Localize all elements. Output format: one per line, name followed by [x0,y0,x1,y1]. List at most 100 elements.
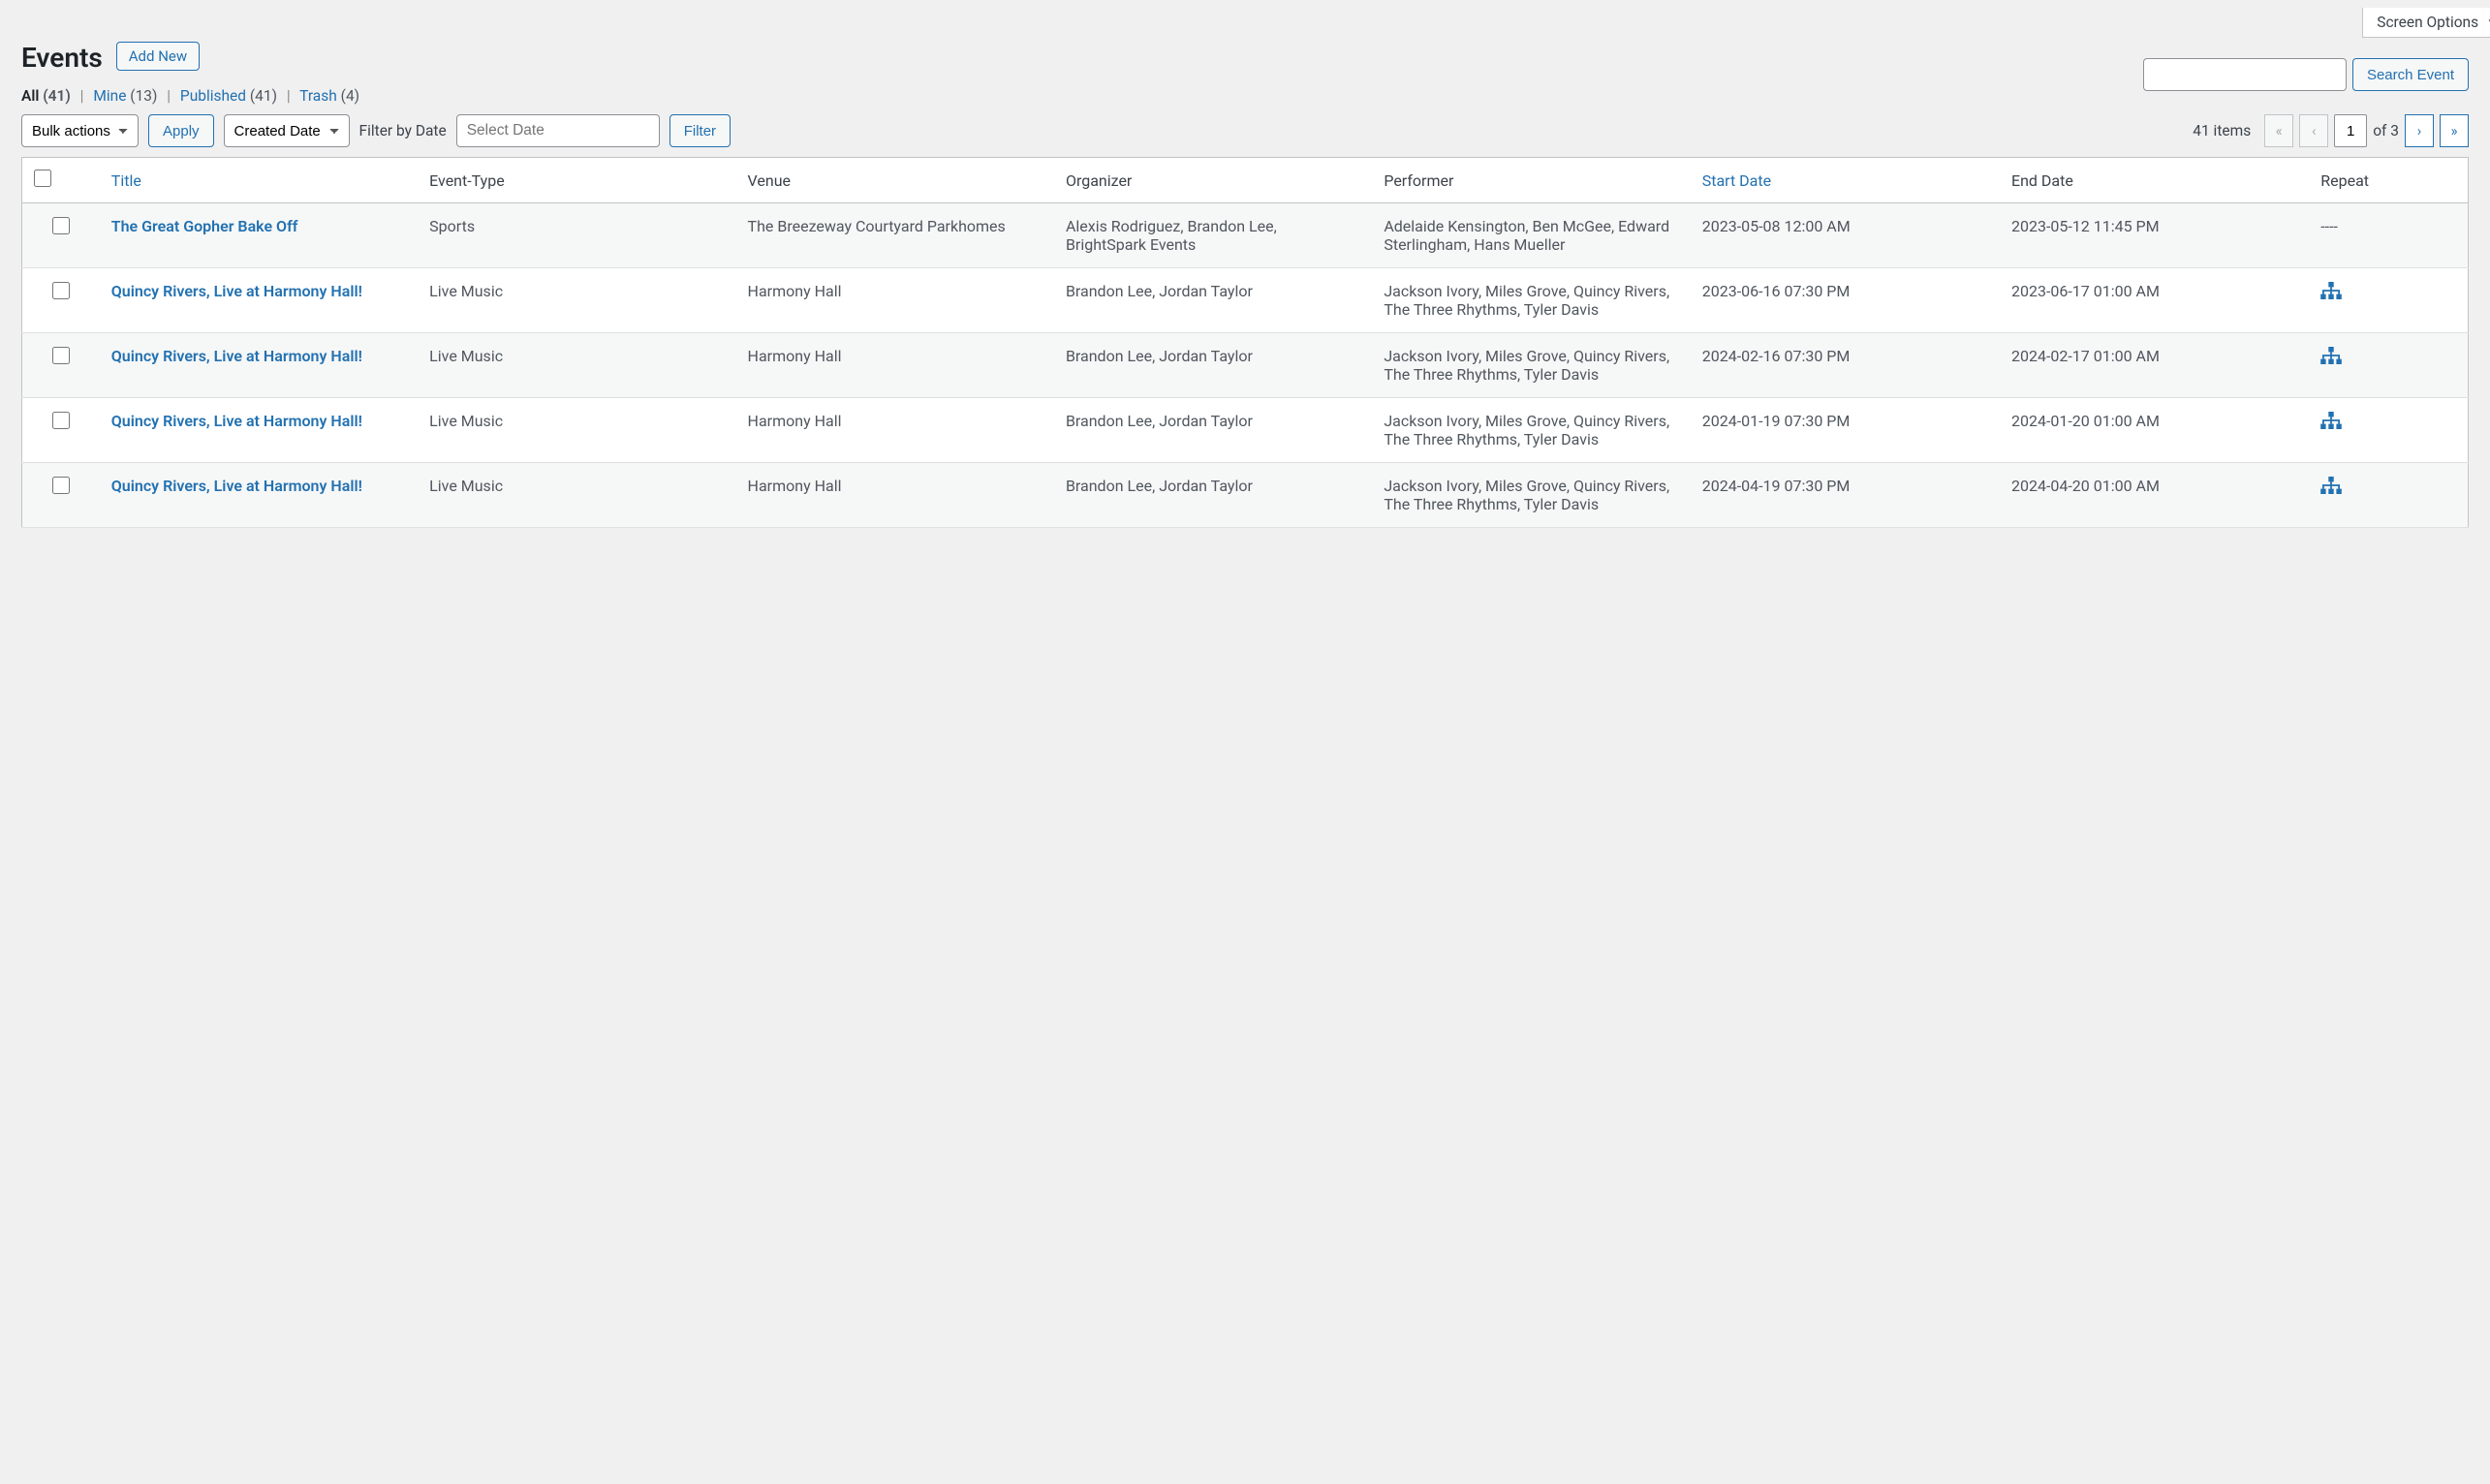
cell-event-type: Live Music [418,398,735,463]
caret-down-icon: ▼ [2486,15,2490,29]
select-all-checkbox[interactable] [34,170,51,187]
search-input[interactable] [2143,58,2347,91]
select-date-input[interactable] [456,114,660,147]
cell-start-date: 2024-02-16 07:30 PM [1691,333,2000,398]
column-performer: Performer [1372,158,1690,203]
row-title-cell: The Great Gopher Bake Off [100,203,418,268]
row-checkbox[interactable] [52,282,70,299]
last-page-button[interactable]: » [2440,114,2469,147]
column-start-date[interactable]: Start Date [1691,158,2000,203]
cell-venue: Harmony Hall [736,333,1054,398]
cell-venue: Harmony Hall [736,268,1054,333]
prev-page-button[interactable]: ‹ [2299,114,2328,147]
filter-published[interactable]: Published (41) [180,87,277,105]
screen-options-toggle[interactable]: Screen Options ▼ [2362,8,2490,38]
cell-start-date: 2024-01-19 07:30 PM [1691,398,2000,463]
cell-start-date: 2024-04-19 07:30 PM [1691,463,2000,528]
cell-repeat [2309,398,2468,463]
filter-all-count: (41) [43,87,71,105]
row-title-cell: Quincy Rivers, Live at Harmony Hall! [100,333,418,398]
current-page-input[interactable] [2334,114,2367,147]
cell-event-type: Live Music [418,463,735,528]
sitemap-icon [2320,412,2342,429]
filter-published-count: (41) [250,87,277,105]
filter-button[interactable]: Filter [669,114,731,147]
event-title-link[interactable]: Quincy Rivers, Live at Harmony Hall! [111,282,362,300]
cell-organizer: Brandon Lee, Jordan Taylor [1054,268,1372,333]
separator: | [75,87,90,105]
cell-event-type: Sports [418,203,735,268]
row-check-cell [22,463,100,528]
table-row: Quincy Rivers, Live at Harmony Hall!Live… [22,333,2469,398]
search-event-button[interactable]: Search Event [2352,58,2469,91]
cell-start-date: 2023-05-08 12:00 AM [1691,203,2000,268]
created-date-select[interactable]: Created Date [224,114,350,147]
next-page-button[interactable]: › [2405,114,2434,147]
cell-end-date: 2024-04-20 01:00 AM [2000,463,2309,528]
event-title-link[interactable]: Quincy Rivers, Live at Harmony Hall! [111,412,362,430]
column-end-date: End Date [2000,158,2309,203]
event-title-link[interactable]: Quincy Rivers, Live at Harmony Hall! [111,347,362,365]
cell-end-date: 2023-06-17 01:00 AM [2000,268,2309,333]
row-check-cell [22,203,100,268]
row-title-cell: Quincy Rivers, Live at Harmony Hall! [100,268,418,333]
cell-performer: Adelaide Kensington, Ben McGee, Edward S… [1372,203,1690,268]
event-title-link[interactable]: The Great Gopher Bake Off [111,217,298,235]
cell-repeat [2309,268,2468,333]
filter-trash-label: Trash [299,87,337,105]
column-title[interactable]: Title [100,158,418,203]
page-title: Events [21,38,103,74]
add-new-button[interactable]: Add New [116,42,200,71]
row-checkbox[interactable] [52,217,70,234]
cell-organizer: Brandon Lee, Jordan Taylor [1054,398,1372,463]
row-check-cell [22,398,100,463]
cell-venue: Harmony Hall [736,398,1054,463]
bulk-actions-select[interactable]: Bulk actions [21,114,139,147]
column-venue: Venue [736,158,1054,203]
row-checkbox[interactable] [52,412,70,429]
cell-performer: Jackson Ivory, Miles Grove, Quincy River… [1372,398,1690,463]
cell-end-date: 2024-02-17 01:00 AM [2000,333,2309,398]
filter-mine[interactable]: Mine (13) [93,87,157,105]
filter-by-date-label: Filter by Date [359,122,447,139]
filter-all-label: All [21,87,39,105]
row-title-cell: Quincy Rivers, Live at Harmony Hall! [100,398,418,463]
cell-end-date: 2024-01-20 01:00 AM [2000,398,2309,463]
first-page-button[interactable]: « [2264,114,2293,147]
items-count: 41 items [2193,122,2251,139]
row-checkbox[interactable] [52,477,70,494]
cell-venue: The Breezeway Courtyard Parkhomes [736,203,1054,268]
filter-trash-count: (4) [341,87,359,105]
cell-repeat [2309,463,2468,528]
apply-button[interactable]: Apply [148,114,214,147]
filter-mine-label: Mine [93,87,126,105]
filter-trash[interactable]: Trash (4) [299,87,359,105]
cell-organizer: Alexis Rodriguez, Brandon Lee, BrightSpa… [1054,203,1372,268]
sitemap-icon [2320,282,2342,299]
column-organizer: Organizer [1054,158,1372,203]
select-all-header [22,158,100,203]
row-checkbox[interactable] [52,347,70,364]
cell-performer: Jackson Ivory, Miles Grove, Quincy River… [1372,463,1690,528]
row-check-cell [22,268,100,333]
sitemap-icon [2320,477,2342,494]
sitemap-icon [2320,347,2342,364]
row-title-cell: Quincy Rivers, Live at Harmony Hall! [100,463,418,528]
cell-venue: Harmony Hall [736,463,1054,528]
separator: | [281,87,296,105]
table-row: Quincy Rivers, Live at Harmony Hall! Live… [22,463,2469,528]
event-title-link[interactable]: Quincy Rivers, Live at Harmony Hall! [111,477,362,495]
cell-performer: Jackson Ivory, Miles Grove, Quincy River… [1372,268,1690,333]
table-row: Quincy Rivers, Live at Harmony Hall! Live… [22,398,2469,463]
cell-organizer: Brandon Lee, Jordan Taylor [1054,463,1372,528]
column-repeat: Repeat [2309,158,2468,203]
cell-organizer: Brandon Lee, Jordan Taylor [1054,333,1372,398]
screen-options-label: Screen Options [2377,14,2478,31]
filter-all[interactable]: All (41) [21,87,71,105]
pages-total: of 3 [2373,122,2399,139]
cell-event-type: Live Music [418,268,735,333]
cell-end-date: 2023-05-12 11:45 PM [2000,203,2309,268]
filter-published-label: Published [180,87,246,105]
cell-start-date: 2023-06-16 07:30 PM [1691,268,2000,333]
cell-repeat [2309,333,2468,398]
